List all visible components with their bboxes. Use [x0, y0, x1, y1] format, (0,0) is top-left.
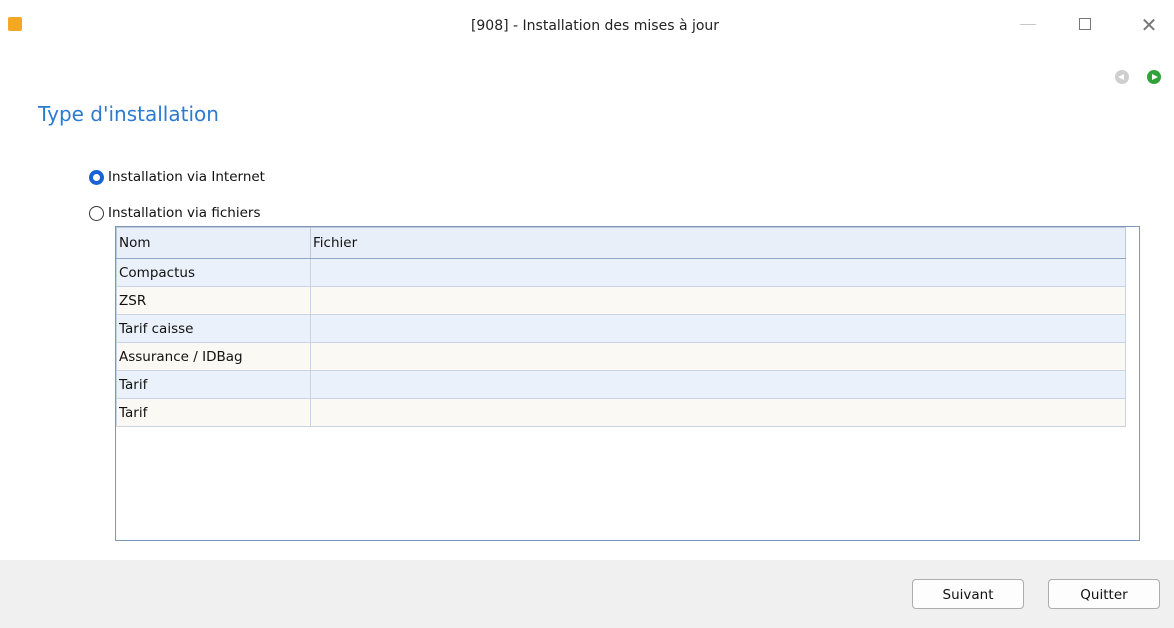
table-row[interactable]: Tarif caisse [116, 314, 1126, 343]
radio-files[interactable] [89, 205, 104, 221]
back-arrow-icon[interactable] [1115, 70, 1129, 84]
minimize-button[interactable] [1018, 13, 1042, 37]
option-internet-label: Installation via Internet [108, 169, 265, 185]
cell-fichier[interactable] [310, 398, 1126, 427]
cell-fichier[interactable] [310, 370, 1126, 399]
option-internet[interactable]: Installation via Internet [89, 169, 265, 185]
cell-nom: Tarif [116, 398, 311, 427]
table-row[interactable]: Tarif [116, 398, 1126, 427]
cell-fichier[interactable] [310, 314, 1126, 343]
option-files[interactable]: Installation via fichiers [89, 205, 261, 221]
files-table: Nom Fichier Compactus ZSR Tarif caisse A… [116, 227, 1126, 427]
cell-fichier[interactable] [310, 286, 1126, 315]
cell-fichier[interactable] [310, 258, 1126, 287]
title-bar: [908] - Installation des mises à jour ✕ [0, 0, 1174, 54]
table-row[interactable]: Compactus [116, 258, 1126, 287]
radio-internet[interactable] [89, 169, 104, 185]
files-grid[interactable]: Nom Fichier Compactus ZSR Tarif caisse A… [115, 226, 1140, 541]
cell-nom: Tarif caisse [116, 314, 311, 343]
table-header-row: Nom Fichier [116, 227, 1126, 259]
cell-nom: Compactus [116, 258, 311, 287]
table-row[interactable]: Assurance / IDBag [116, 342, 1126, 371]
window-title: [908] - Installation des mises à jour [470, 18, 720, 34]
table-row[interactable]: ZSR [116, 286, 1126, 315]
cell-nom: ZSR [116, 286, 311, 315]
next-button[interactable]: Suivant [912, 579, 1024, 609]
page-title: Type d'installation [38, 102, 219, 126]
column-header-nom[interactable]: Nom [116, 227, 311, 259]
column-header-fichier[interactable]: Fichier [310, 227, 1126, 259]
cell-nom: Tarif [116, 370, 311, 399]
forward-arrow-icon[interactable] [1147, 70, 1161, 84]
table-row[interactable]: Tarif [116, 370, 1126, 399]
option-files-label: Installation via fichiers [108, 205, 261, 221]
maximize-button[interactable] [1075, 13, 1099, 37]
cell-fichier[interactable] [310, 342, 1126, 371]
cell-nom: Assurance / IDBag [116, 342, 311, 371]
quit-button[interactable]: Quitter [1048, 579, 1160, 609]
close-button[interactable]: ✕ [1137, 13, 1161, 37]
